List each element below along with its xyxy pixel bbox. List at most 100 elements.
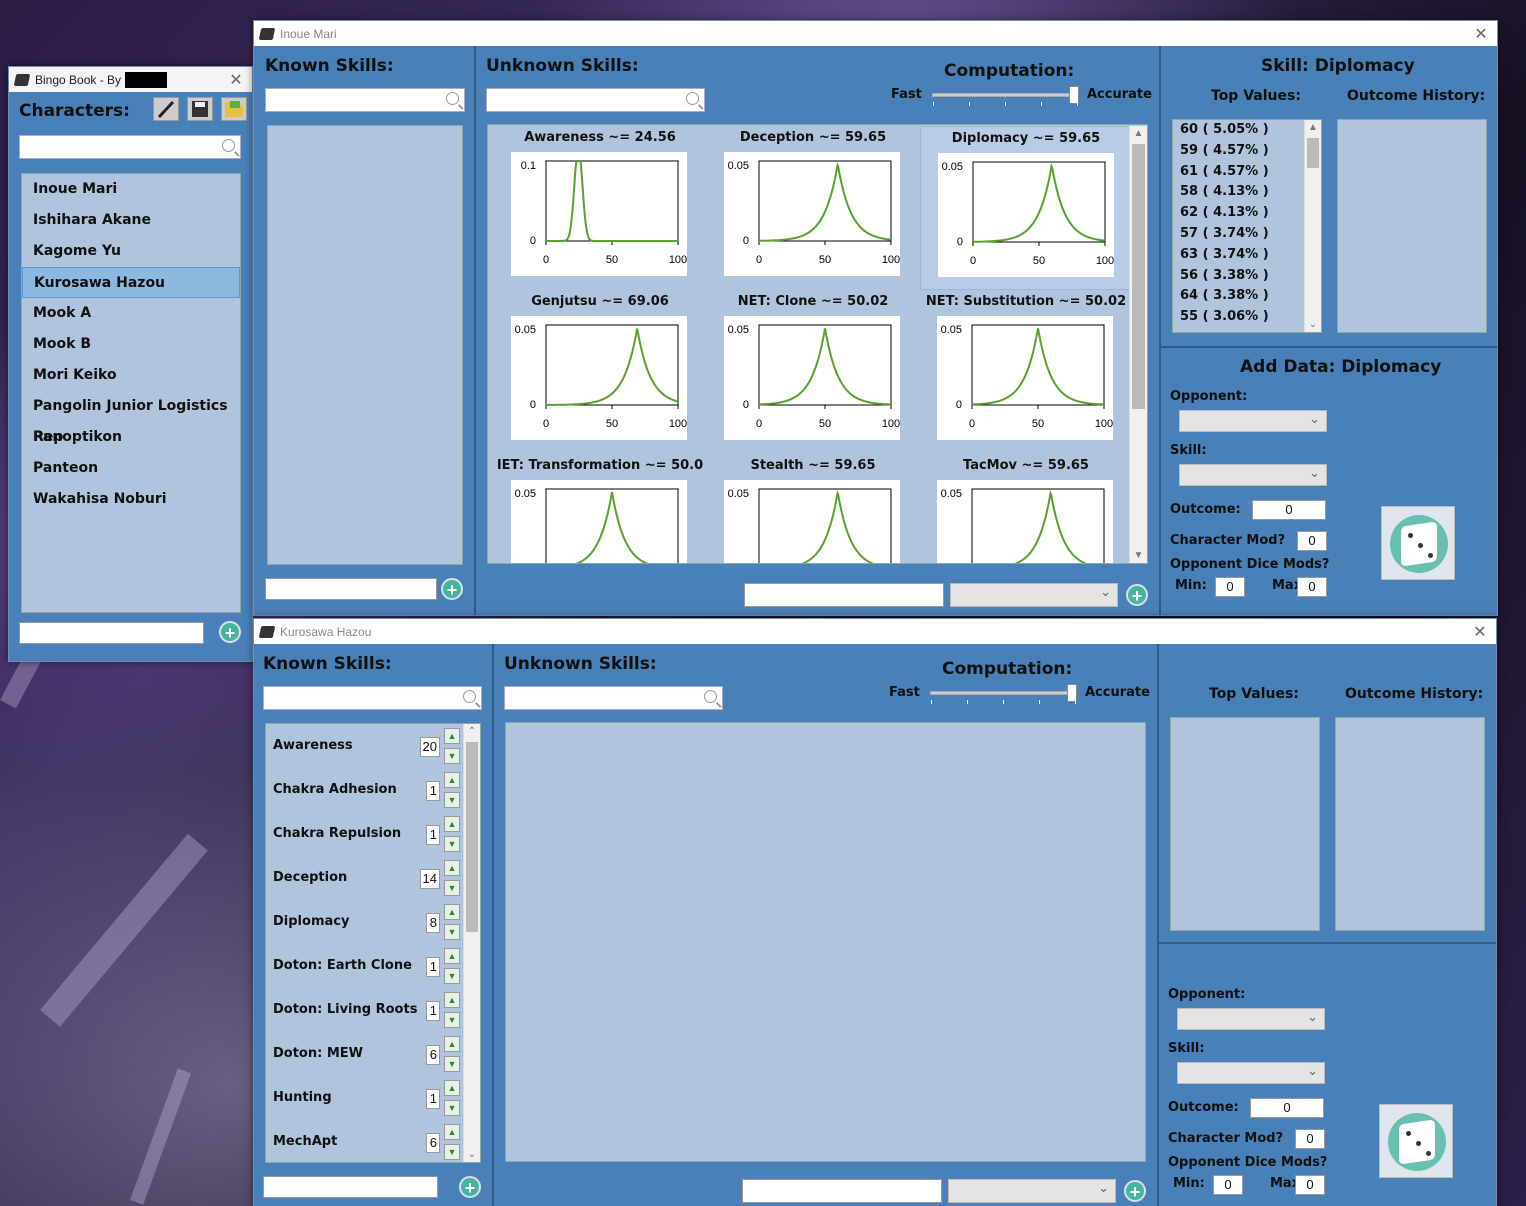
skill-distribution-chart[interactable]: Stealth ~= 59.650.050050100 xyxy=(707,454,919,563)
increment-icon[interactable]: ▲ xyxy=(444,860,460,876)
bingo-titlebar[interactable]: Bingo Book - By ✕ xyxy=(9,67,252,92)
skill-value[interactable]: 1 xyxy=(426,1089,440,1109)
decrement-icon[interactable]: ▼ xyxy=(444,1100,460,1116)
known-skills-list[interactable]: Awareness 20 ▲ ▼ Chakra Adhesion 1 ▲ ▼ Chakra Re… xyxy=(265,723,481,1163)
skill-row[interactable]: Chakra Adhesion 1 ▲ ▼ xyxy=(266,768,464,812)
unknown-skills-charts[interactable]: Awareness ~= 24.56 0.1 0 0 50 100 Deception ~=… xyxy=(487,124,1148,564)
character-search-input[interactable] xyxy=(19,135,241,159)
top-value-item[interactable]: 55 ( 3.06% ) xyxy=(1173,307,1321,328)
min-input[interactable]: 0 xyxy=(1213,1175,1243,1195)
top-values-scrollbar[interactable]: ▲ ⌄ xyxy=(1304,120,1321,332)
top-value-item[interactable]: 62 ( 4.13% ) xyxy=(1173,203,1321,224)
unknown-skills-search[interactable] xyxy=(486,88,705,112)
opponent-dropdown[interactable] xyxy=(1177,1008,1325,1030)
outcome-input[interactable]: 0 xyxy=(1252,500,1326,520)
character-item[interactable]: Kagome Yu xyxy=(22,236,240,267)
character-item[interactable]: Mori Keiko xyxy=(22,360,240,391)
skill-row[interactable]: Awareness 20 ▲ ▼ xyxy=(266,724,464,768)
add-unknown-skill-button[interactable]: + xyxy=(1126,584,1148,606)
close-icon[interactable]: ✕ xyxy=(1465,24,1497,44)
skill-dropdown[interactable] xyxy=(1177,1062,1325,1084)
decrement-icon[interactable]: ▼ xyxy=(444,1144,460,1160)
skill-row[interactable]: Hunting 1 ▲ ▼ xyxy=(266,1076,464,1120)
skill-distribution-chart[interactable]: NET: Clone ~= 50.02 0.05 0 0 50 100 xyxy=(707,290,919,454)
scrollbar-thumb[interactable] xyxy=(466,742,478,932)
decrement-icon[interactable]: ▼ xyxy=(444,1012,460,1028)
outcome-history-list[interactable] xyxy=(1335,717,1485,931)
add-unknown-skill-button[interactable]: + xyxy=(1124,1180,1146,1202)
skill-value[interactable]: 14 xyxy=(419,869,440,889)
quill-edit-icon[interactable] xyxy=(153,97,179,121)
known-skills-search[interactable] xyxy=(265,88,465,112)
min-input[interactable]: 0 xyxy=(1215,577,1245,597)
close-icon[interactable]: ✕ xyxy=(220,70,252,90)
skill-distribution-chart[interactable]: IET: Transformation ~= 50.0 0.05 0 0 50 100 xyxy=(494,454,706,563)
new-character-input[interactable] xyxy=(19,622,204,644)
increment-icon[interactable]: ▲ xyxy=(444,1036,460,1052)
add-character-button[interactable]: + xyxy=(219,621,241,643)
skill-value[interactable]: 20 xyxy=(419,737,440,757)
new-unknown-skill-input[interactable] xyxy=(742,1179,942,1203)
unknown-skill-dropdown[interactable] xyxy=(950,583,1118,607)
scroll-up-icon[interactable]: ⌃ xyxy=(464,726,480,737)
open-folder-icon[interactable] xyxy=(221,97,247,121)
new-known-skill-input[interactable] xyxy=(265,578,437,600)
top-values-list[interactable]: 60 ( 5.05% ) 59 ( 4.57% ) 61 ( 4.57% ) 58 (… xyxy=(1172,119,1322,333)
max-input[interactable]: 0 xyxy=(1297,577,1327,597)
opponent-dropdown[interactable] xyxy=(1179,410,1327,432)
character-item[interactable]: Mook A xyxy=(22,298,240,329)
new-unknown-skill-input[interactable] xyxy=(744,583,944,607)
character-item[interactable]: Inoue Mari xyxy=(22,174,240,205)
decrement-icon[interactable]: ▼ xyxy=(444,924,460,940)
charts-scrollbar[interactable]: ▲ ▼ xyxy=(1129,126,1147,563)
character-item[interactable]: Pangolin Junior Logistics Rep xyxy=(22,391,240,445)
save-icon[interactable] xyxy=(187,97,213,121)
skill-distribution-chart[interactable]: Diplomacy ~= 59.65 0.05 0 0 50 100 xyxy=(920,126,1132,290)
skill-value[interactable]: 1 xyxy=(426,825,440,845)
top-value-item[interactable]: 64 ( 3.38% ) xyxy=(1173,286,1321,307)
character-item[interactable]: Mook B xyxy=(22,329,240,360)
increment-icon[interactable]: ▲ xyxy=(444,904,460,920)
skill-value[interactable]: 6 xyxy=(426,1045,440,1065)
skill-value[interactable]: 6 xyxy=(426,1133,440,1153)
scroll-down-icon[interactable]: ▼ xyxy=(1130,550,1147,561)
increment-icon[interactable]: ▲ xyxy=(444,948,460,964)
computation-slider[interactable] xyxy=(930,684,1077,704)
skill-row[interactable]: Doton: Earth Clone 1 ▲ ▼ xyxy=(266,944,464,988)
unknown-skills-search[interactable] xyxy=(504,686,723,710)
skill-row[interactable]: Deception 14 ▲ ▼ xyxy=(266,856,464,900)
increment-icon[interactable]: ▲ xyxy=(444,772,460,788)
window-titlebar[interactable]: Kurosawa Hazou ✕ xyxy=(254,619,1496,644)
character-list[interactable]: Inoue Mari Ishihara Akane Kagome Yu Kurosaw… xyxy=(21,173,241,613)
top-value-item[interactable]: 61 ( 4.57% ) xyxy=(1173,162,1321,183)
scroll-down-icon[interactable]: ⌄ xyxy=(1305,319,1321,330)
decrement-icon[interactable]: ▼ xyxy=(444,880,460,896)
skill-value[interactable]: 1 xyxy=(426,1001,440,1021)
top-value-item[interactable]: 56 ( 3.38% ) xyxy=(1173,266,1321,287)
character-item[interactable]: Wakahisa Noburi xyxy=(22,484,240,515)
outcome-history-list[interactable] xyxy=(1337,119,1487,333)
roll-dice-button[interactable] xyxy=(1381,506,1455,580)
skill-distribution-chart[interactable]: TacMov ~= 59.650.050050100 xyxy=(920,454,1132,563)
known-skills-search[interactable] xyxy=(263,686,482,710)
scrollbar-thumb[interactable] xyxy=(1132,144,1145,409)
close-icon[interactable]: ✕ xyxy=(1464,622,1496,642)
top-value-item[interactable]: 59 ( 4.57% ) xyxy=(1173,141,1321,162)
window-titlebar[interactable]: Inoue Mari ✕ xyxy=(254,21,1497,46)
skill-row[interactable]: Diplomacy 8 ▲ ▼ xyxy=(266,900,464,944)
known-skills-scrollbar[interactable]: ⌃ ⌄ xyxy=(463,724,480,1162)
known-skills-list[interactable] xyxy=(267,125,463,565)
add-known-skill-button[interactable]: + xyxy=(441,578,463,600)
decrement-icon[interactable]: ▼ xyxy=(444,792,460,808)
skill-row[interactable]: MechApt 6 ▲ ▼ xyxy=(266,1120,464,1162)
scrollbar-thumb[interactable] xyxy=(1307,138,1319,168)
increment-icon[interactable]: ▲ xyxy=(444,816,460,832)
scroll-down-icon[interactable]: ⌄ xyxy=(464,1149,480,1160)
computation-slider[interactable] xyxy=(932,86,1079,106)
decrement-icon[interactable]: ▼ xyxy=(444,836,460,852)
top-value-item[interactable]: 63 ( 3.74% ) xyxy=(1173,245,1321,266)
skill-distribution-chart[interactable]: Awareness ~= 24.56 0.1 0 0 50 100 xyxy=(494,126,706,290)
top-value-item[interactable]: 60 ( 5.05% ) xyxy=(1173,120,1321,141)
new-known-skill-input[interactable] xyxy=(263,1176,438,1198)
character-item[interactable]: Panteon xyxy=(22,453,240,484)
